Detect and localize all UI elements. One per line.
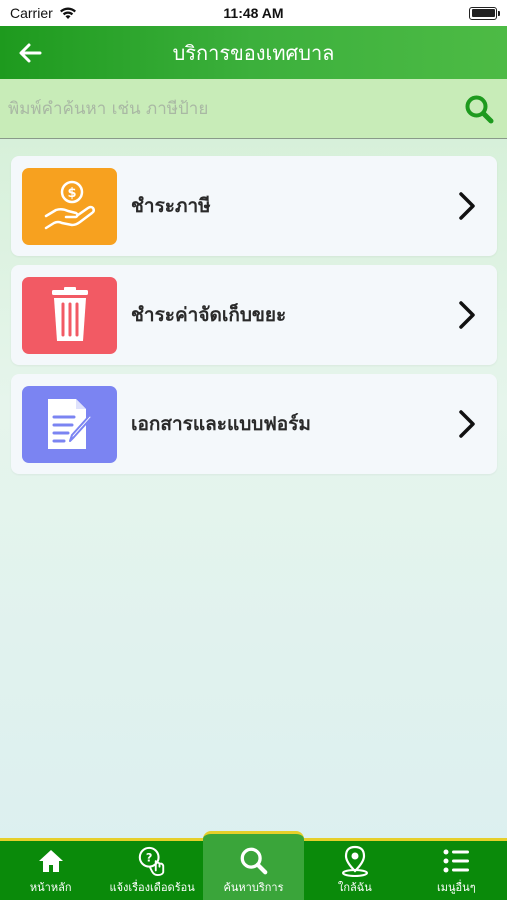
service-icon-box [22,276,117,354]
page-title: บริการของเทศบาล [172,40,335,65]
svg-text:$: $ [67,186,76,201]
service-label: ชำระภาษี [131,195,211,217]
svg-text:?: ? [146,851,153,864]
status-left: Carrier [10,5,77,21]
service-card-documents-forms[interactable]: เอกสารและแบบฟอร์ม [11,374,497,474]
hand-money-icon: $ [44,180,95,230]
tab-search-services[interactable]: ค้นหาบริการ [202,831,305,900]
wifi-icon [59,7,76,19]
service-label: เอกสารและแบบฟอร์ม [131,413,311,435]
tab-near-me[interactable]: ใกล้ฉัน [304,841,405,900]
help-touch-icon: ? [137,846,167,876]
service-label: ชำระค่าจัดเก็บขยะ [131,304,287,326]
chevron-right-icon [459,410,475,438]
battery-icon [469,6,500,20]
tab-label: หน้าหลัก [29,881,72,894]
tab-home[interactable]: หน้าหลัก [0,841,101,900]
search-input[interactable] [8,88,459,129]
service-card-pay-tax[interactable]: $ ชำระภาษี [11,156,497,256]
search-icon [239,846,269,876]
menu-list-icon [441,846,471,876]
service-list: $ ชำระภาษี ชำระค่าจัดเก็บขยะ เอกสารและแบ… [11,156,497,483]
tab-label: เมนูอื่นๆ [437,881,476,894]
service-icon-box: $ [22,167,117,245]
tab-report-issue[interactable]: ? แจ้งเรื่องเดือดร้อน [101,841,202,900]
service-icon-box [22,385,117,463]
location-pin-icon [340,845,370,877]
carrier-label: Carrier [10,5,53,21]
chevron-right-icon [459,301,475,329]
app-header: บริการของเทศบาล [0,26,507,79]
tab-more-menu[interactable]: เมนูอื่นๆ [406,841,507,900]
service-card-garbage-fee[interactable]: ชำระค่าจัดเก็บขยะ [11,265,497,365]
tab-label: แจ้งเรื่องเดือดร้อน [109,881,195,894]
document-edit-icon [47,399,93,449]
trash-bin-icon [51,287,88,341]
chevron-right-icon [459,192,475,220]
bottom-tab-bar: หน้าหลัก ? แจ้งเรื่องเดือดร้อน ค้นหาบริก… [0,831,507,900]
back-button[interactable] [14,38,46,68]
status-bar: Carrier 11:48 AM [0,0,507,26]
tab-label: ค้นหาบริการ [223,881,284,894]
home-icon [36,846,66,876]
arrow-left-icon [19,43,42,63]
search-icon [465,95,494,123]
search-bar [0,79,507,139]
search-button[interactable] [459,89,499,129]
tab-label: ใกล้ฉัน [338,881,372,894]
